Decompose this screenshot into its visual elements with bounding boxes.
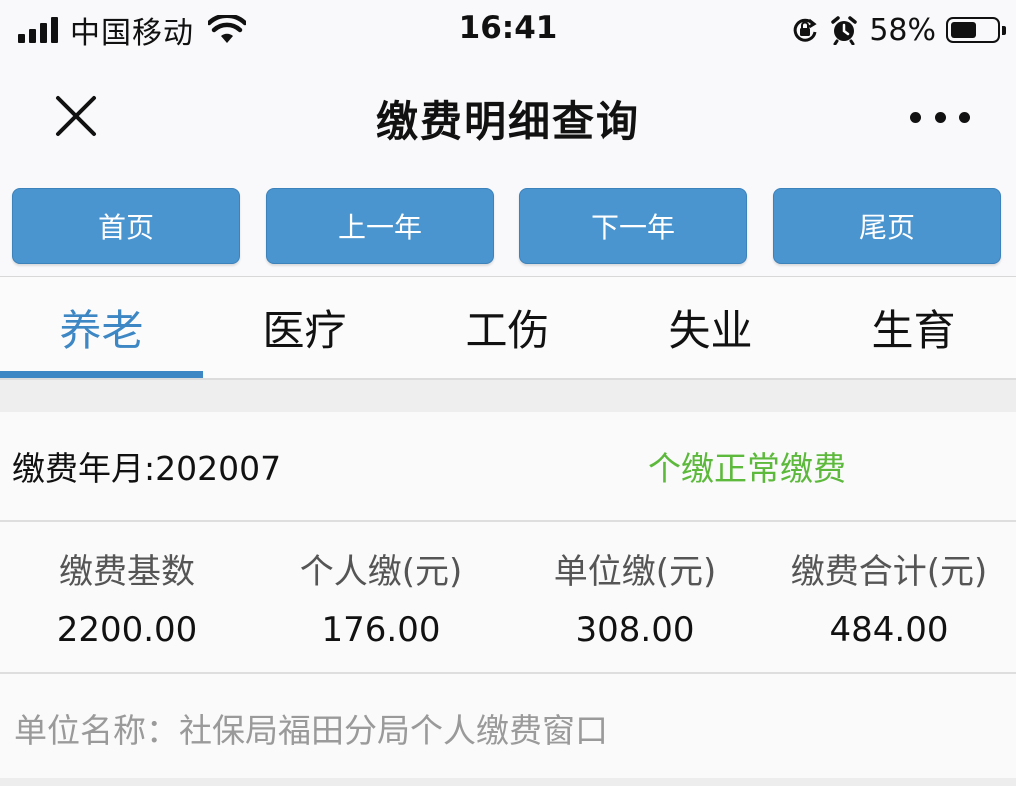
payment-status: 个缴正常缴费 — [648, 449, 846, 488]
next-year-button[interactable]: 下一年 — [519, 188, 747, 264]
more-dot — [959, 111, 970, 123]
column-header-personal: 个人缴(元) — [299, 552, 463, 592]
status-bar-right: 58% — [791, 10, 1006, 50]
more-icon[interactable] — [910, 102, 970, 132]
active-tab-indicator — [0, 371, 203, 378]
tab-maternity[interactable]: 生育 — [812, 277, 1015, 377]
unit-name: 单位名称：社保局福田分局个人缴费窗口 — [14, 711, 608, 750]
divider — [0, 778, 1016, 786]
first-page-button[interactable]: 首页 — [12, 188, 240, 264]
rotation-lock-icon — [794, 18, 817, 42]
nav-bar: 缴费明细查询 — [0, 62, 1016, 174]
more-dot — [910, 111, 921, 123]
value-personal: 176.00 — [321, 610, 441, 650]
battery-icon — [946, 17, 1006, 43]
tab-work-injury[interactable]: 工伤 — [406, 277, 609, 377]
column-header-total: 缴费合计(元) — [790, 552, 988, 592]
column-header-base: 缴费基数 — [59, 552, 195, 592]
page-title: 缴费明细查询 — [375, 97, 640, 146]
section-gap — [0, 380, 1016, 412]
alarm-icon — [831, 16, 858, 45]
tab-pension[interactable]: 养老 — [0, 277, 203, 377]
battery-fill — [951, 22, 976, 38]
column-header-employer: 单位缴(元) — [553, 552, 717, 592]
status-bar: 中国移动 16:41 58% — [0, 0, 1016, 62]
prev-year-button[interactable]: 上一年 — [266, 188, 494, 264]
value-employer: 308.00 — [575, 610, 695, 650]
value-base: 2200.00 — [56, 610, 198, 650]
divider — [0, 520, 1016, 522]
value-total: 484.00 — [829, 610, 949, 650]
pager: 首页 上一年 下一年 尾页 — [0, 187, 1016, 265]
last-page-button[interactable]: 尾页 — [773, 188, 1001, 264]
payment-record: 缴费年月:202007 个缴正常缴费 缴费基数 个人缴(元) 单位缴(元) 缴费… — [0, 412, 1016, 786]
tab-medical[interactable]: 医疗 — [203, 277, 406, 377]
insurance-tabs: 养老 医疗 工伤 失业 生育 — [0, 277, 1016, 379]
more-dot — [934, 111, 946, 123]
battery-nub — [1002, 26, 1006, 35]
payment-month: 缴费年月:202007 — [12, 449, 282, 488]
tab-unemployment[interactable]: 失业 — [609, 277, 812, 377]
divider — [0, 672, 1016, 674]
battery-percent: 58% — [869, 12, 936, 48]
